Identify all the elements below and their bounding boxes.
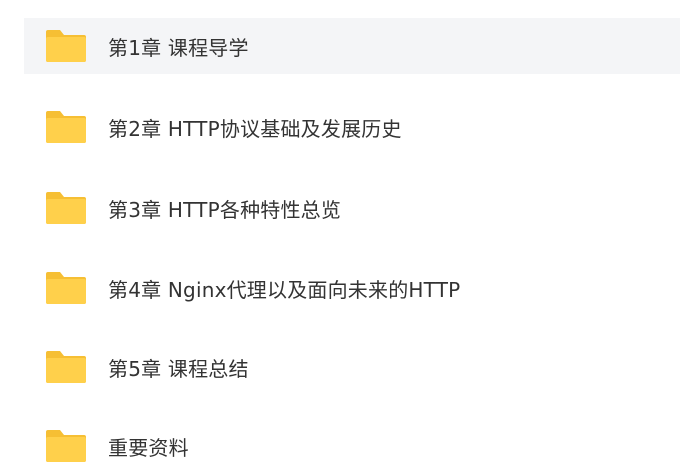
folder-icon [46, 351, 86, 383]
folder-item-important-materials[interactable]: 重要资料 [24, 418, 680, 474]
folder-name: 第5章 课程总结 [108, 356, 249, 381]
folder-icon [46, 111, 86, 143]
folder-name: 第4章 Nginx代理以及面向未来的HTTP [108, 277, 461, 302]
folder-name: 第1章 课程导学 [108, 35, 249, 60]
folder-name: 重要资料 [108, 435, 189, 460]
folder-name: 第2章 HTTP协议基础及发展历史 [108, 116, 402, 141]
folder-item-chapter-5[interactable]: 第5章 课程总结 [24, 339, 680, 395]
file-list: 第1章 课程导学 第2章 HTTP协议基础及发展历史 第3章 HTTP各种特性总… [24, 0, 680, 468]
folder-icon [46, 272, 86, 304]
folder-item-chapter-2[interactable]: 第2章 HTTP协议基础及发展历史 [24, 99, 680, 155]
folder-name: 第3章 HTTP各种特性总览 [108, 197, 342, 222]
folder-icon [46, 30, 86, 62]
folder-item-chapter-3[interactable]: 第3章 HTTP各种特性总览 [24, 180, 680, 236]
folder-icon [46, 430, 86, 462]
folder-icon [46, 192, 86, 224]
folder-item-chapter-4[interactable]: 第4章 Nginx代理以及面向未来的HTTP [24, 260, 680, 316]
folder-item-chapter-1[interactable]: 第1章 课程导学 [24, 18, 680, 74]
